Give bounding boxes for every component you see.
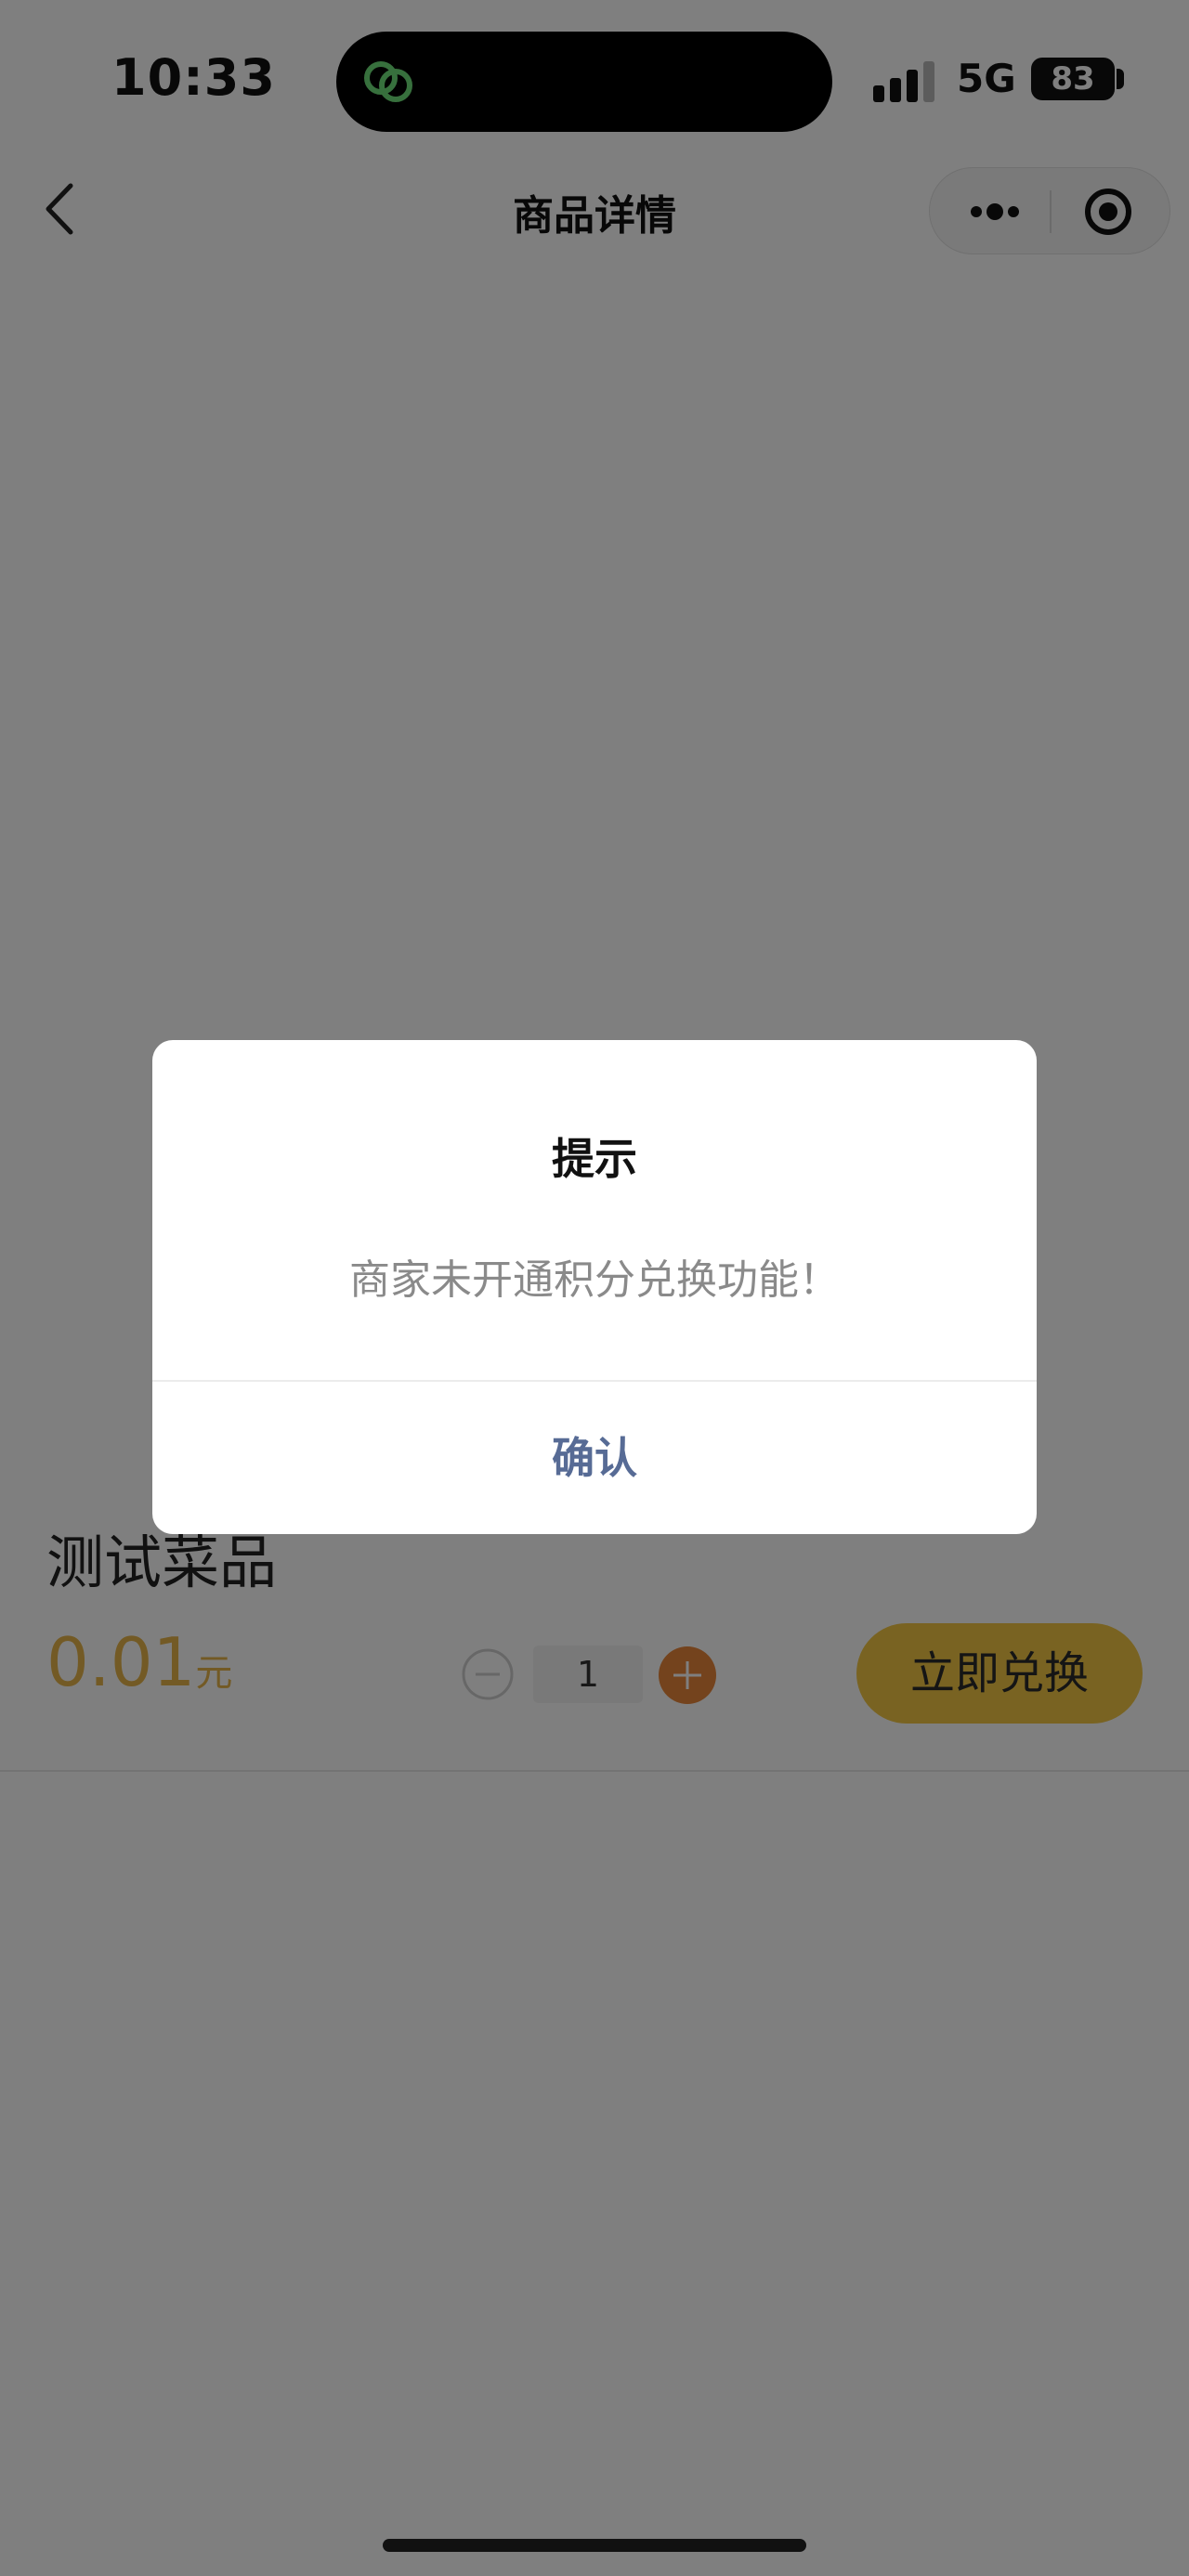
product-detail-page: 10:33 5G 83 商品详情 [0, 0, 1189, 2576]
alert-dialog: 提示 商家未开通积分兑换功能！ 确认 [152, 1040, 1037, 1534]
dialog-title: 提示 [552, 1134, 637, 1184]
home-indicator[interactable] [383, 2539, 806, 2552]
confirm-button[interactable]: 确认 [152, 1382, 1037, 1534]
dialog-message: 商家未开通积分兑换功能！ [349, 1256, 840, 1304]
